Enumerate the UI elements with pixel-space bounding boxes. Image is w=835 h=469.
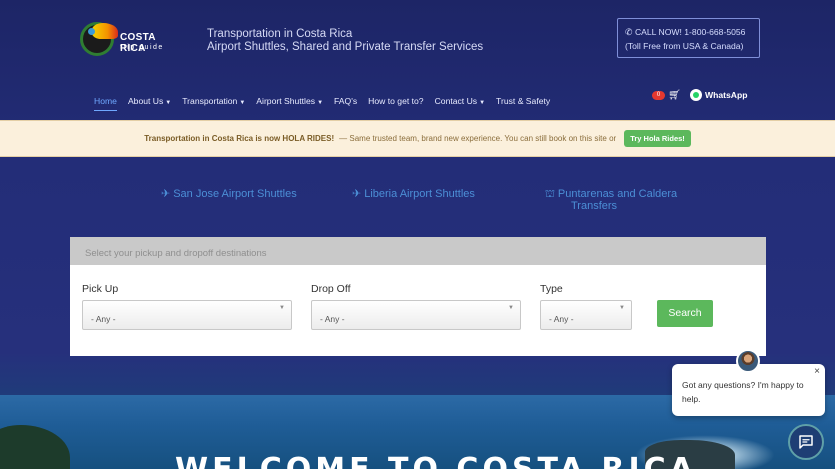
dropoff-field: Drop Off - Any - ▼ — [311, 283, 521, 330]
landmark-icon: ⛫ — [544, 188, 555, 200]
route-link-puntarenas[interactable]: ⛫ Puntarenas and Caldera Transfers — [536, 188, 686, 212]
call-now-box[interactable]: ✆ CALL NOW! 1-800-668-5056 (Toll Free fr… — [617, 18, 760, 58]
whatsapp-button[interactable]: WhatsApp — [690, 89, 748, 101]
shuttle-search-form: Select your pickup and dropoff destinati… — [70, 237, 766, 356]
nav-label: Transportation — [182, 96, 238, 106]
caret-down-icon: ▼ — [317, 100, 324, 106]
cart-button[interactable]: 0 🛒︎ — [652, 90, 681, 101]
hero-welcome-title: WELCOME TO COSTA RICA — [175, 452, 697, 469]
route-label: Liberia Airport Shuttles — [364, 188, 475, 200]
nav-label: Airport Shuttles — [256, 96, 316, 106]
tagline-line-1: Transportation in Costa Rica — [207, 28, 353, 40]
banner-text: — Same trusted team, brand new experienc… — [339, 134, 617, 143]
whatsapp-label: WhatsApp — [705, 90, 748, 100]
nav-label: Contact Us — [434, 96, 478, 106]
close-icon[interactable]: × — [814, 365, 820, 379]
nav-label: Home — [94, 96, 117, 106]
phone-icon: ✆ — [625, 27, 633, 37]
route-label-line-2: Transfers — [571, 200, 618, 212]
plane-icon: ✈ — [352, 188, 362, 200]
nav-label: FAQ's — [334, 96, 358, 106]
main-nav: Home About Us ▼ Transportation ▼ Airport S… — [94, 96, 550, 111]
route-link-liberia[interactable]: ✈ Liberia Airport Shuttles — [352, 188, 475, 200]
search-button[interactable]: Search — [657, 300, 713, 327]
dropoff-select[interactable]: - Any - ▼ — [311, 300, 521, 330]
type-label: Type — [540, 283, 563, 295]
nav-label: Trust & Safety — [496, 96, 551, 106]
site-tagline: Transportation in Costa Rica Airport Shu… — [207, 28, 483, 54]
nav-item-about-us[interactable]: About Us ▼ — [128, 96, 171, 111]
route-label: San Jose Airport Shuttles — [173, 188, 297, 200]
caret-down-icon: ▼ — [479, 100, 486, 106]
hola-rides-banner: Transportation in Costa Rica is now HOLA… — [0, 120, 835, 157]
dropoff-label: Drop Off — [311, 283, 351, 295]
toucan-beak-icon — [92, 23, 118, 39]
chat-message: Got any questions? I'm happy to help. — [682, 380, 804, 404]
nav-item-how-to-get[interactable]: How to get to? — [368, 96, 423, 111]
banner-bold-text: Transportation in Costa Rica is now HOLA… — [144, 134, 335, 143]
nav-item-airport-shuttles[interactable]: Airport Shuttles ▼ — [256, 96, 323, 111]
type-selected-value: - Any - — [549, 314, 574, 324]
logo-sub-text: trip guide — [120, 44, 164, 51]
pickup-selected-value: - Any - — [91, 314, 116, 324]
chevron-down-icon: ▼ — [279, 305, 285, 311]
cart-icon: 🛒︎ — [668, 90, 681, 101]
nav-item-contact-us[interactable]: Contact Us ▼ — [435, 96, 485, 111]
search-form-heading: Select your pickup and dropoff destinati… — [70, 237, 766, 265]
nav-label: How to get to? — [368, 96, 424, 106]
pickup-select[interactable]: - Any - ▼ — [82, 300, 292, 330]
route-label-line-1: Puntarenas and Caldera — [557, 188, 678, 200]
site-logo[interactable]: COSTA RICA trip guide — [78, 20, 183, 60]
call-toll-free-note: (Toll Free from USA & Canada) — [625, 41, 744, 51]
call-now-number: CALL NOW! 1-800-668-5056 — [634, 27, 746, 37]
type-field: Type - Any - ▼ — [540, 283, 632, 330]
nav-item-trust-safety[interactable]: Trust & Safety — [496, 96, 550, 111]
caret-down-icon: ▼ — [239, 100, 246, 106]
chevron-down-icon: ▼ — [619, 305, 625, 311]
toucan-eye-icon — [88, 28, 95, 35]
cart-count-badge: 0 — [652, 91, 665, 100]
nav-item-faqs[interactable]: FAQ's — [334, 96, 357, 111]
chat-agent-avatar — [736, 349, 760, 373]
route-link-san-jose[interactable]: ✈ San Jose Airport Shuttles — [161, 188, 297, 200]
caret-down-icon: ▼ — [165, 100, 172, 106]
tagline-line-2: Airport Shuttles, Shared and Private Tra… — [207, 41, 484, 53]
nav-item-home[interactable]: Home — [94, 96, 117, 111]
type-select[interactable]: - Any - ▼ — [540, 300, 632, 330]
chat-bubble-icon — [799, 435, 813, 449]
whatsapp-icon — [690, 89, 702, 101]
nav-item-transportation[interactable]: Transportation ▼ — [182, 96, 245, 111]
pickup-label: Pick Up — [82, 283, 119, 295]
pickup-field: Pick Up - Any - ▼ — [82, 283, 292, 330]
plane-icon: ✈ — [161, 188, 171, 200]
nav-label: About Us — [127, 96, 164, 106]
dropoff-selected-value: - Any - — [320, 314, 345, 324]
chat-launcher-button[interactable] — [788, 424, 824, 460]
chevron-down-icon: ▼ — [508, 305, 514, 311]
try-hola-rides-button[interactable]: Try Hola Rides! — [624, 130, 691, 147]
